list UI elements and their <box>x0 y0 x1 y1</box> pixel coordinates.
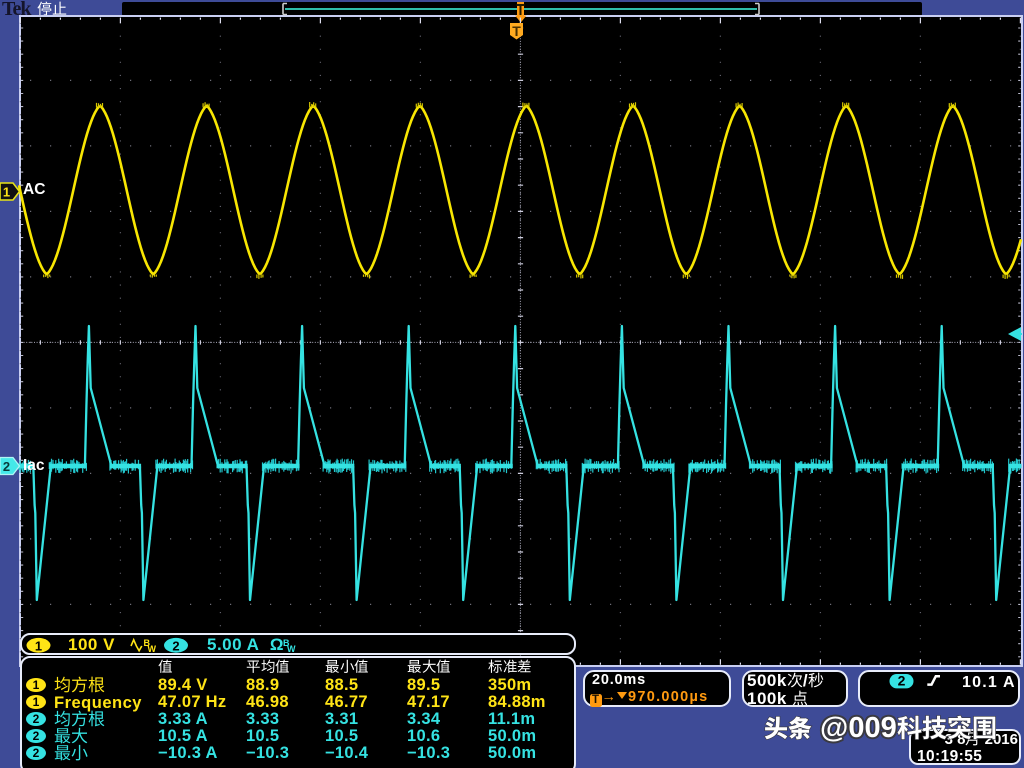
svg-text:T: T <box>512 23 521 39</box>
svg-text:2: 2 <box>3 459 10 474</box>
svg-text:1: 1 <box>3 185 10 200</box>
